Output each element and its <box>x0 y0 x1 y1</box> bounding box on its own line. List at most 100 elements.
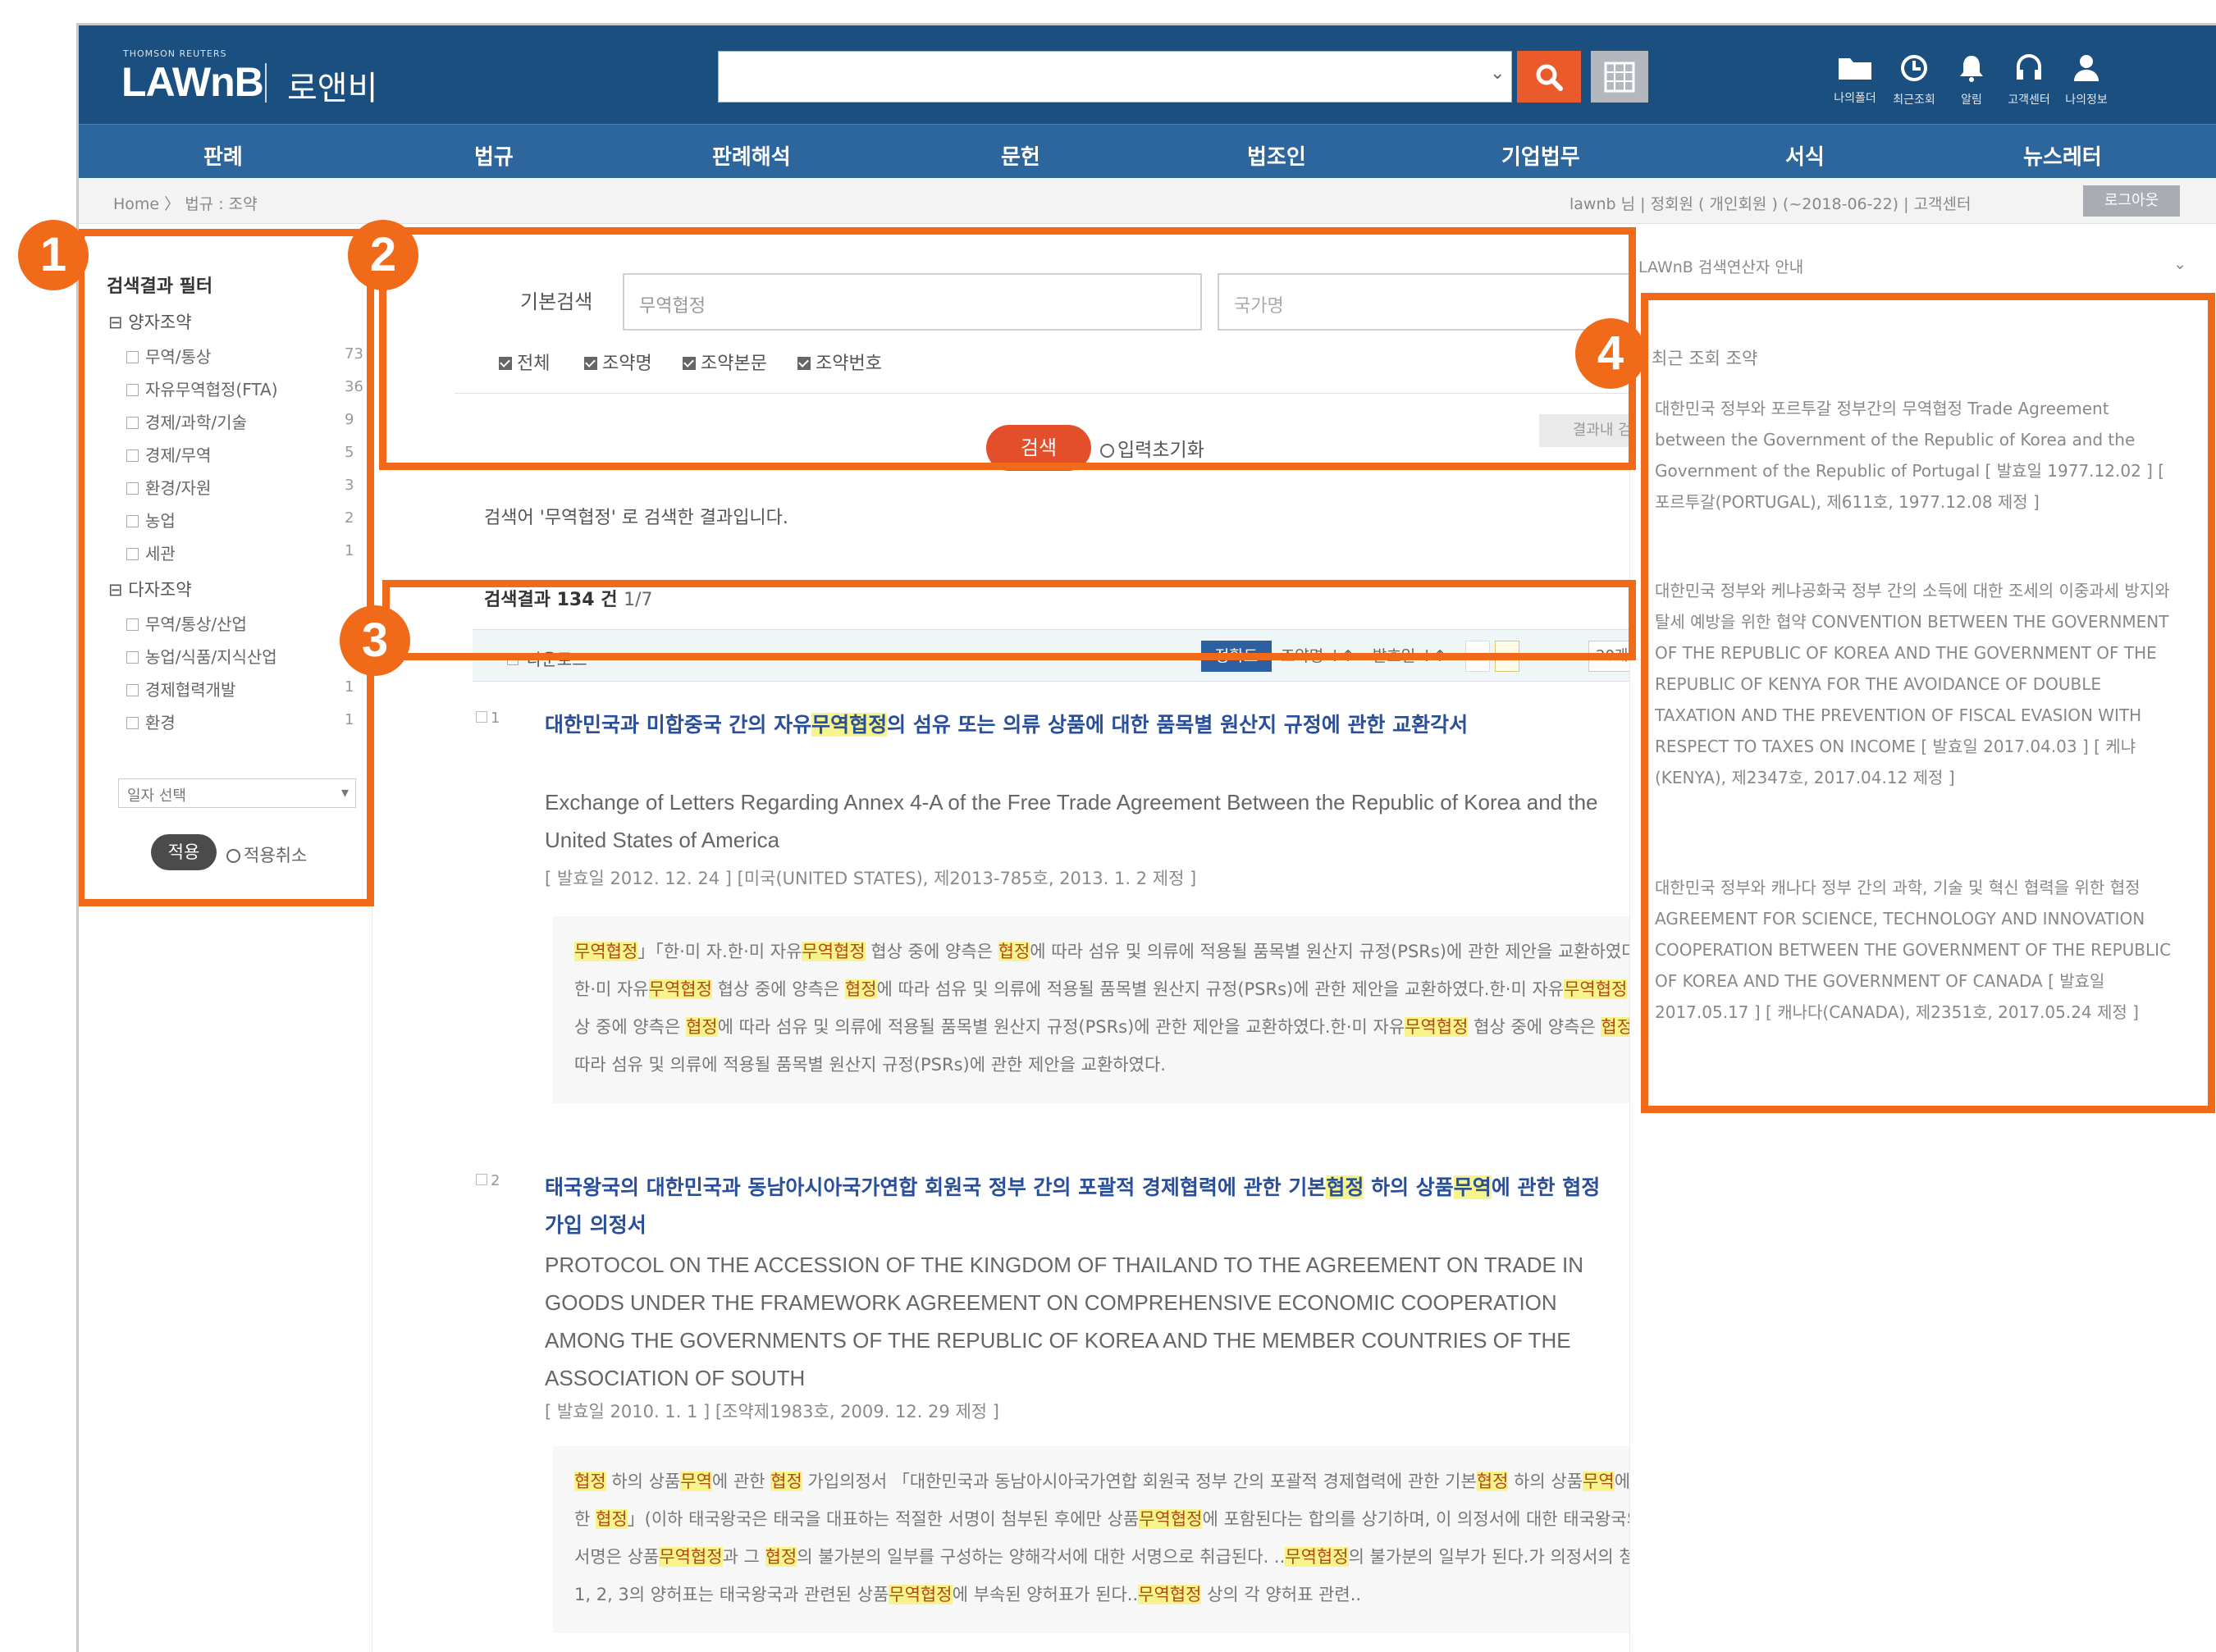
result-title[interactable]: 태국왕국의 대한민국과 동남아시아국가연합 회원국 정부 간의 포괄적 경제협력… <box>545 1169 1611 1244</box>
callout-badge-1: 1 <box>18 220 89 290</box>
highlight-keyword: 무역협정 <box>659 1547 723 1567</box>
search-icon <box>1536 64 1563 91</box>
highlight-keyword: 협정 <box>770 1472 802 1491</box>
result-title-text: 대한민국과 미합중국 간의 자유 <box>545 713 812 737</box>
clock-icon <box>1901 55 1927 81</box>
highlight-keyword: 무역 <box>1453 1175 1492 1199</box>
snippet-text: 하의 상품 <box>605 1472 681 1491</box>
snippet-text: 하의 상품 <box>1508 1472 1583 1491</box>
snippet-text: 협상 중에 양측은 <box>865 942 998 961</box>
highlight-keyword: 무역협정 <box>1564 979 1628 999</box>
checkbox[interactable] <box>476 1174 487 1185</box>
snippet-text: 에 관한 <box>711 1472 771 1491</box>
snippet-text: 의 불가분의 일부를 구성하는 양해각서에 대한 서명으로 취급된다. .. <box>797 1547 1286 1567</box>
result-english-title: Exchange of Letters Regarding Annex 4-A … <box>545 790 1598 852</box>
top-header: THOMSON REUTERS LAWnB 로앤비 ⌄ 나의폴더 최근조회 알림… <box>79 25 2216 124</box>
snippet-text: 상의 각 양허표 관련.. <box>1201 1585 1362 1604</box>
recent-button[interactable]: 최근조회 <box>1885 53 1943 107</box>
highlight-keyword: 무역협정 <box>1285 1547 1349 1567</box>
highlight-keyword: 협정 <box>844 979 877 999</box>
snippet-text: 협상 중에 양측은 <box>1468 1017 1601 1037</box>
search-button[interactable] <box>1517 51 1581 103</box>
callout-box-4 <box>1641 293 2215 1113</box>
lawnb-logo[interactable]: LAWnB <box>121 58 264 106</box>
highlight-keyword: 협정 <box>1326 1175 1364 1199</box>
snippet-text: 」「한·미 자.한·미 자유 <box>637 942 802 961</box>
bell-icon <box>1960 56 1983 82</box>
grid-icon <box>1604 62 1635 93</box>
user-icon <box>2074 55 2099 81</box>
result-number[interactable]: 2 <box>476 1172 500 1189</box>
breadcrumb[interactable]: Home 〉 법규 : 조약 <box>113 192 258 214</box>
result-snippet: 협정 하의 상품무역에 관한 협정 가입의정서 「대한민국과 동남아시아국가연합… <box>553 1446 1679 1633</box>
result-title-text: 의 섬유 또는 의류 상품에 대한 품목별 원산지 규정에 관한 교환각서 <box>887 713 1469 737</box>
alert-label: 알림 <box>1961 94 1982 107</box>
highlight-keyword: 무역 <box>680 1472 712 1491</box>
snippet-text: 에 따라 섬유 및 의류에 적용될 품목별 원산지 규정(PSRs)에 관한 제… <box>876 979 1565 999</box>
callout-box-3 <box>382 580 1636 660</box>
folder-label: 나의폴더 <box>1834 92 1876 105</box>
callout-badge-4: 4 <box>1575 318 1646 389</box>
result-meta: [ 발효일 2010. 1. 1 ] [조약제1983호, 2009. 12. … <box>545 1402 999 1422</box>
snippet-text: 에 따라 섬유 및 의류에 적용될 품목별 원산지 규정(PSRs)에 관한 제… <box>717 1017 1405 1037</box>
highlight-keyword: 협정 <box>574 1472 606 1491</box>
logo-korean[interactable]: 로앤비 <box>287 62 377 109</box>
global-search-input[interactable] <box>718 51 1512 103</box>
snippet-text: 협상 중에 양측은 <box>711 979 845 999</box>
alert-button[interactable]: 알림 <box>1943 53 2000 107</box>
highlight-keyword: 무역협정 <box>802 942 866 961</box>
callout-badge-2: 2 <box>348 220 418 290</box>
result-title[interactable]: 대한민국과 미합중국 간의 자유무역협정의 섬유 또는 의류 상품에 대한 품목… <box>545 706 1611 744</box>
result-title-text: 하의 상품 <box>1364 1175 1454 1199</box>
checkbox[interactable] <box>476 711 487 723</box>
detail-search-button[interactable] <box>1591 51 1648 103</box>
nav-item-lawyers[interactable]: 법조인 <box>1247 140 1306 171</box>
nav-item-statutes[interactable]: 법규 <box>474 140 514 171</box>
highlight-keyword: 무역협정 <box>889 1585 953 1604</box>
highlight-keyword: 무역협정 <box>1139 1509 1203 1529</box>
result-title-text: 태국왕국의 대한민국과 동남아시아국가연합 회원국 정부 간의 포괄적 경제협력… <box>545 1175 1327 1199</box>
operator-guide-label: LAWnB 검색연산자 안내 <box>1638 258 1804 276</box>
folder-button[interactable]: 나의폴더 <box>1826 53 1884 106</box>
logout-button[interactable]: 로그아웃 <box>2083 185 2180 217</box>
highlight-keyword: 협정 <box>765 1547 797 1567</box>
highlight-keyword: 협정 <box>1476 1472 1509 1491</box>
nav-item-newsletter[interactable]: 뉴스레터 <box>2023 140 2102 171</box>
highlight-keyword: 무역협정 <box>1405 1017 1469 1037</box>
result-number-label: 1 <box>491 710 500 727</box>
operator-guide[interactable]: LAWnB 검색연산자 안내 ⌄ <box>1638 255 2186 277</box>
chevron-down-icon: ⌄ <box>2173 255 2186 273</box>
snippet-text: 가입의정서 「대한민국과 동남아시아국가연합 회원국 정부 간의 포괄적 경제협… <box>802 1472 1477 1491</box>
highlight-keyword: 무역협정 <box>811 713 888 737</box>
snippet-text: 」(이하 태국왕국은 태국을 대표하는 적절한 서명이 첨부된 후에만 상품 <box>627 1509 1140 1529</box>
search-message: 검색어 '무역협정' 로 검색한 결과입니다. <box>484 508 788 528</box>
highlight-keyword: 협정 <box>685 1017 718 1037</box>
chevron-down-icon[interactable]: ⌄ <box>1490 63 1505 84</box>
headset-icon <box>2017 54 2041 80</box>
result-snippet: 무역협정」「한·미 자.한·미 자유무역협정 협상 중에 양측은 협정에 따라 … <box>553 916 1679 1103</box>
nav-item-cases[interactable]: 판례 <box>203 140 243 171</box>
snippet-text: 에 부속된 양허표가 된다.. <box>952 1585 1139 1604</box>
account-label: 나의정보 <box>2065 94 2108 107</box>
nav-item-case-commentary[interactable]: 판례해석 <box>712 140 791 171</box>
result-number[interactable]: 1 <box>476 710 500 727</box>
highlight-keyword: 무역협정 <box>574 942 638 961</box>
highlight-keyword: 무역 <box>1583 1472 1615 1491</box>
recent-label: 최근조회 <box>1893 94 1935 107</box>
highlight-keyword: 협정 <box>1601 1017 1633 1037</box>
result-number-label: 2 <box>491 1172 500 1189</box>
account-button[interactable]: 나의정보 <box>2058 53 2115 107</box>
main-nav: 판례 법규 판례해석 문헌 법조인 기업법무 서식 뉴스레터 <box>79 124 2216 178</box>
folder-icon <box>1839 58 1871 80</box>
support-label: 고객센터 <box>2008 94 2050 107</box>
nav-item-literature[interactable]: 문헌 <box>1001 140 1040 171</box>
highlight-keyword: 무역협정 <box>1138 1585 1202 1604</box>
callout-badge-3: 3 <box>340 605 410 676</box>
highlight-keyword: 협정 <box>998 942 1030 961</box>
result-meta: [ 발효일 2012. 12. 24 ] [미국(UNITED STATES),… <box>545 869 1197 888</box>
nav-item-forms[interactable]: 서식 <box>1785 140 1825 171</box>
support-button[interactable]: 고객센터 <box>2000 53 2058 107</box>
nav-item-corporate[interactable]: 기업법무 <box>1501 140 1580 171</box>
snippet-text: 과 그 <box>722 1547 765 1567</box>
callout-box-2 <box>379 227 1636 470</box>
